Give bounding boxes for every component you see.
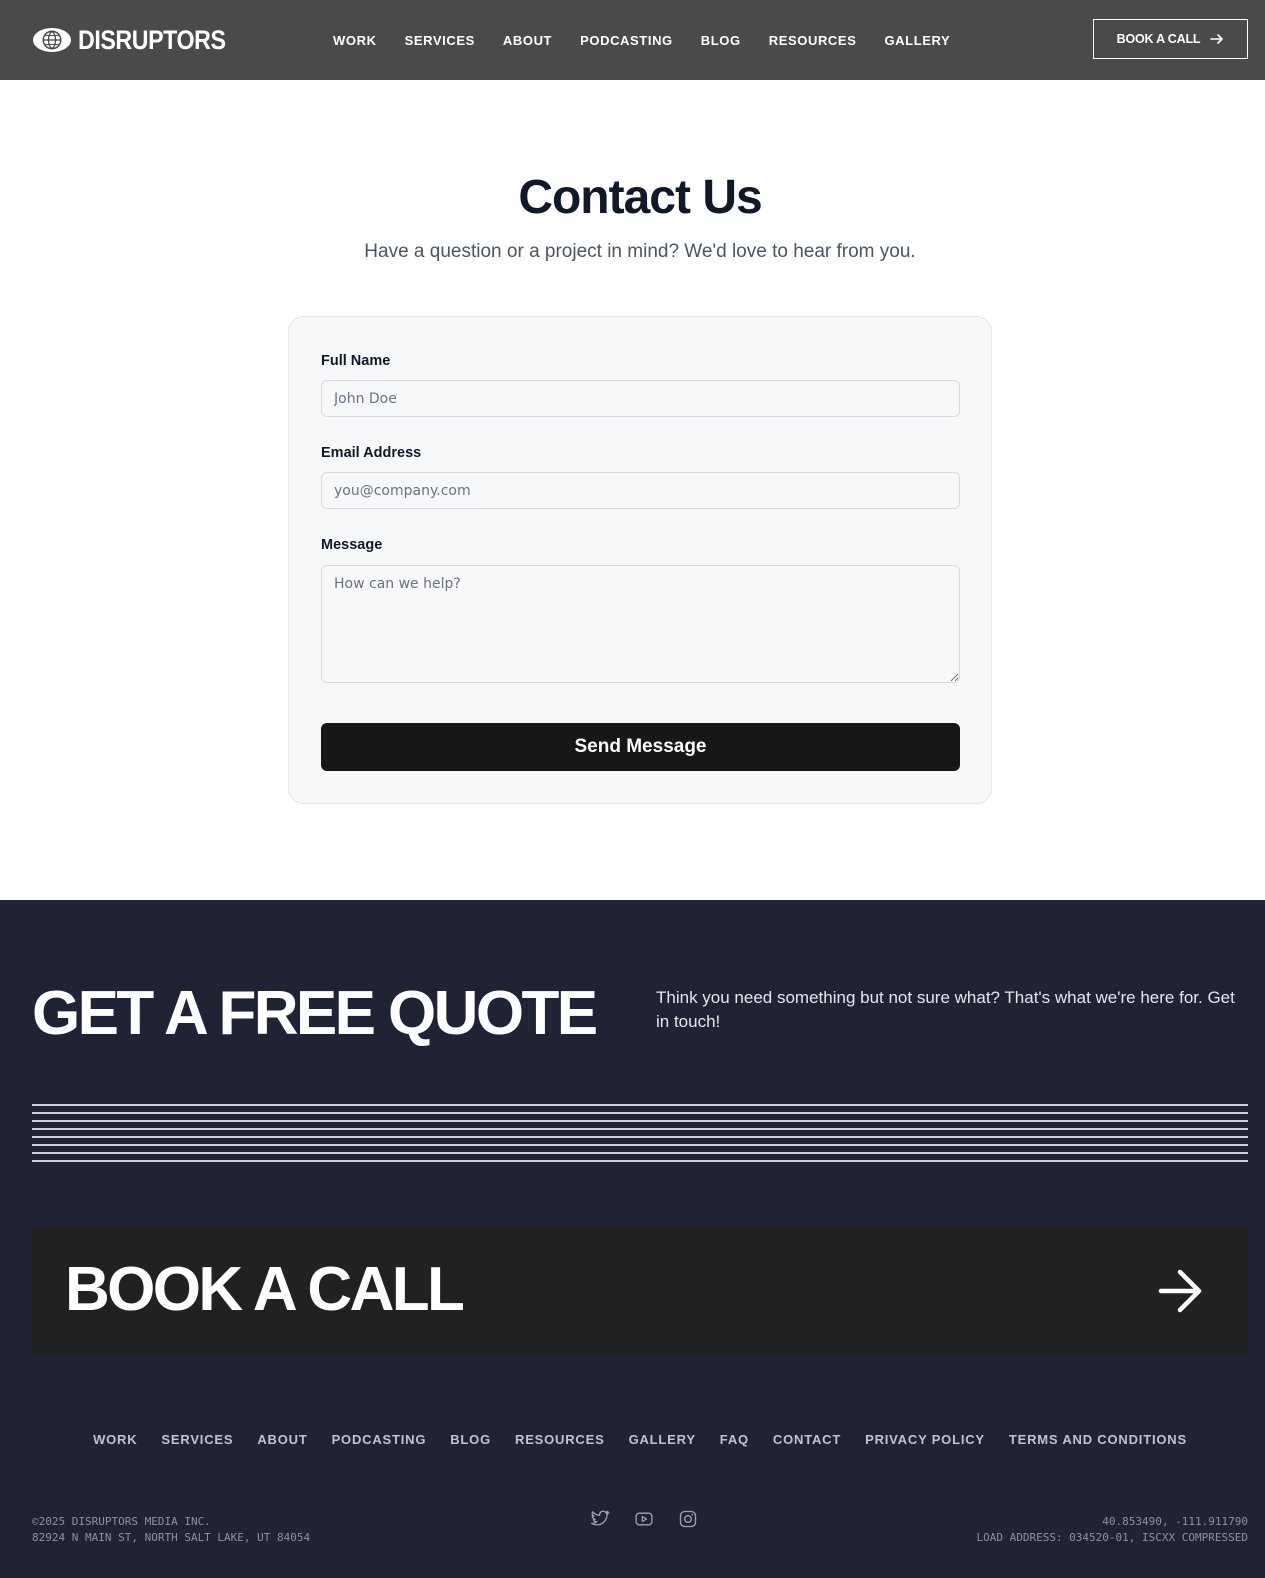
nav-blog[interactable]: BLOG: [687, 33, 755, 48]
copyright-text: ©2025 DISRUPTORS MEDIA INC.: [32, 1515, 211, 1528]
social-links: [590, 1509, 698, 1529]
stripe-line: [32, 1160, 1248, 1162]
full-name-label: Full Name: [321, 353, 391, 369]
coordinates-text: 40.853490, -111.911790: [1102, 1515, 1248, 1528]
footer-nav-work[interactable]: WORK: [81, 1432, 149, 1447]
footer-nav-privacy-policy[interactable]: PRIVACY POLICY: [853, 1432, 997, 1447]
coordinates-info: 40.853490, -111.911790 LOAD ADDRESS: 034…: [976, 1514, 1248, 1546]
footer-nav-podcasting[interactable]: PODCASTING: [320, 1432, 439, 1447]
book-a-call-panel[interactable]: BOOK A CALL: [32, 1226, 1248, 1354]
nav-services[interactable]: SERVICES: [391, 33, 489, 48]
stripe-line: [32, 1144, 1248, 1146]
youtube-icon[interactable]: [634, 1509, 654, 1529]
stripe-line: [32, 1152, 1248, 1154]
nav-work[interactable]: WORK: [319, 33, 391, 48]
contact-form: Full Name Email Address Message Send Mes…: [288, 316, 992, 804]
main-nav: WORK SERVICES ABOUT PODCASTING BLOG RESO…: [319, 0, 964, 80]
book-a-call-panel-label: BOOK A CALL: [65, 1255, 465, 1324]
site-footer: GET A FREE QUOTE Think you need somethin…: [0, 900, 1265, 1578]
stripe-line: [32, 1128, 1248, 1130]
logo-text: DISRUPTORS: [78, 24, 226, 55]
stripe-line: [32, 1112, 1248, 1114]
page-subtitle: Have a question or a project in mind? We…: [364, 241, 916, 262]
arrow-right-icon: [1210, 34, 1224, 44]
footer-nav-faq[interactable]: FAQ: [708, 1432, 761, 1447]
email-label: Email Address: [321, 445, 422, 461]
nav-resources[interactable]: RESOURCES: [755, 33, 871, 48]
footer-nav-resources[interactable]: RESOURCES: [503, 1432, 617, 1447]
send-message-button[interactable]: Send Message: [321, 723, 960, 771]
arrow-right-icon: [1158, 1269, 1202, 1313]
email-input[interactable]: [321, 472, 960, 509]
free-quote-heading: GET A FREE QUOTE: [32, 979, 598, 1048]
decorative-stripes: [32, 1104, 1248, 1164]
message-textarea[interactable]: [321, 565, 960, 683]
message-label: Message: [321, 537, 383, 553]
footer-nav-blog[interactable]: BLOG: [438, 1432, 503, 1447]
address-text: 82924 N MAIN ST, NORTH SALT LAKE, UT 840…: [32, 1531, 311, 1544]
nav-about[interactable]: ABOUT: [489, 33, 566, 48]
instagram-icon[interactable]: [678, 1509, 698, 1529]
book-a-call-label: BOOK A CALL: [1116, 32, 1201, 46]
footer-nav-services[interactable]: SERVICES: [149, 1432, 245, 1447]
globe-logo-icon: [33, 28, 71, 52]
footer-nav: WORK SERVICES ABOUT PODCASTING BLOG RESO…: [0, 1432, 1265, 1447]
free-quote-text: Think you need something but not sure wh…: [656, 988, 1235, 1031]
book-a-call-button[interactable]: BOOK A CALL: [1093, 19, 1248, 59]
nav-podcasting[interactable]: PODCASTING: [566, 33, 687, 48]
footer-nav-contact[interactable]: CONTACT: [761, 1432, 853, 1447]
stripe-line: [32, 1120, 1248, 1122]
nav-gallery[interactable]: GALLERY: [870, 33, 964, 48]
stripe-line: [32, 1136, 1248, 1138]
footer-nav-about[interactable]: ABOUT: [245, 1432, 319, 1447]
logo-link[interactable]: DISRUPTORS: [32, 20, 250, 60]
twitter-icon[interactable]: [590, 1509, 610, 1529]
footer-nav-gallery[interactable]: GALLERY: [617, 1432, 708, 1447]
footer-nav-terms[interactable]: TERMS AND CONDITIONS: [997, 1432, 1199, 1447]
load-address-text: LOAD ADDRESS: 034520-01, ISCXX COMPRESSE…: [976, 1531, 1248, 1544]
full-name-input[interactable]: [321, 380, 960, 417]
legal-info: ©2025 DISRUPTORS MEDIA INC. 82924 N MAIN…: [32, 1514, 310, 1546]
site-header: DISRUPTORS WORK SERVICES ABOUT PODCASTIN…: [0, 0, 1265, 80]
stripe-line: [32, 1104, 1248, 1106]
page-title: Contact Us: [518, 171, 762, 224]
